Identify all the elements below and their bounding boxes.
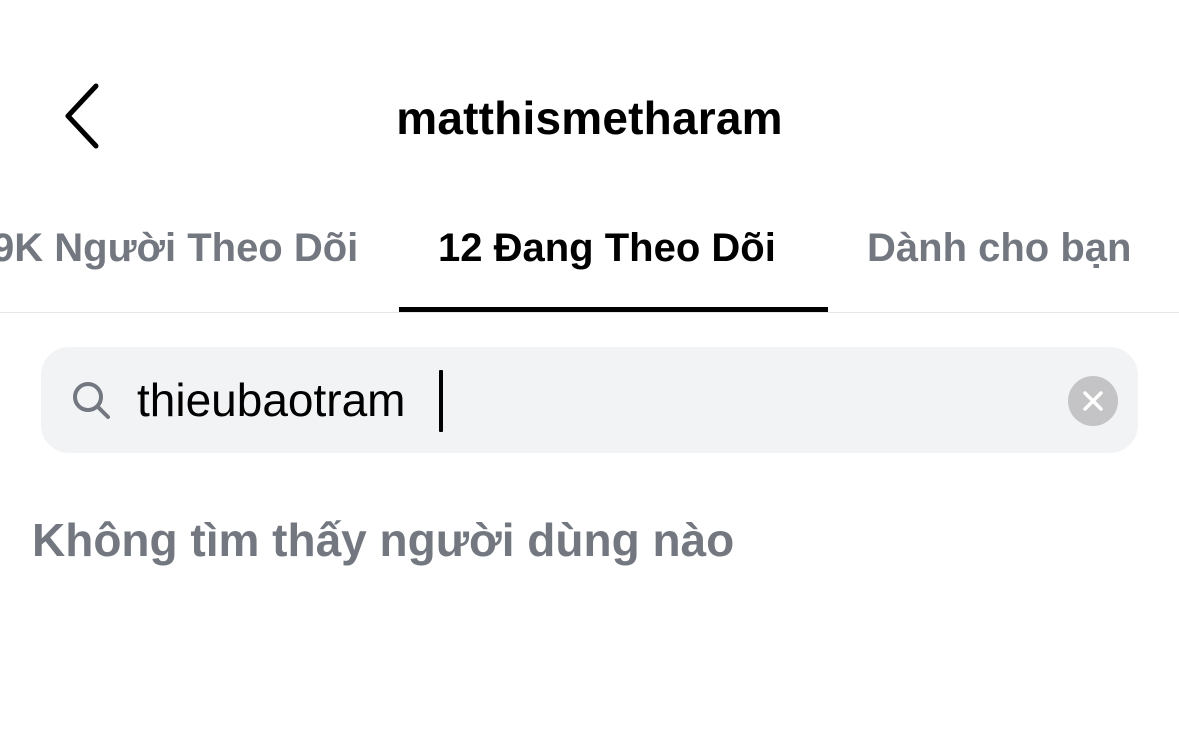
tab-followers-label: 9K Người Theo Dõi (0, 226, 359, 270)
clear-icon (1083, 391, 1103, 411)
text-cursor (439, 370, 443, 432)
tab-followers[interactable]: 9K Người Theo Dõi (0, 200, 372, 312)
search-icon (73, 382, 110, 419)
active-tab-indicator (399, 307, 828, 312)
tab-following-label: 12 Đang Theo Dõi (438, 226, 776, 270)
no-results-message: Không tìm thấy người dùng nào (32, 514, 735, 566)
search-input[interactable] (137, 372, 1017, 428)
tab-bar: 9K Người Theo Dõi 12 Đang Theo Dõi Dành … (0, 200, 1179, 313)
tab-following[interactable]: 12 Đang Theo Dõi (399, 200, 828, 312)
header: matthismetharam (0, 0, 1179, 200)
clear-search-button[interactable] (1068, 376, 1118, 426)
tab-for-you-label: Dành cho bạn (867, 226, 1132, 270)
tab-for-you[interactable]: Dành cho bạn (867, 200, 1179, 312)
search-box[interactable] (41, 347, 1138, 453)
page-title: matthismetharam (396, 92, 783, 144)
